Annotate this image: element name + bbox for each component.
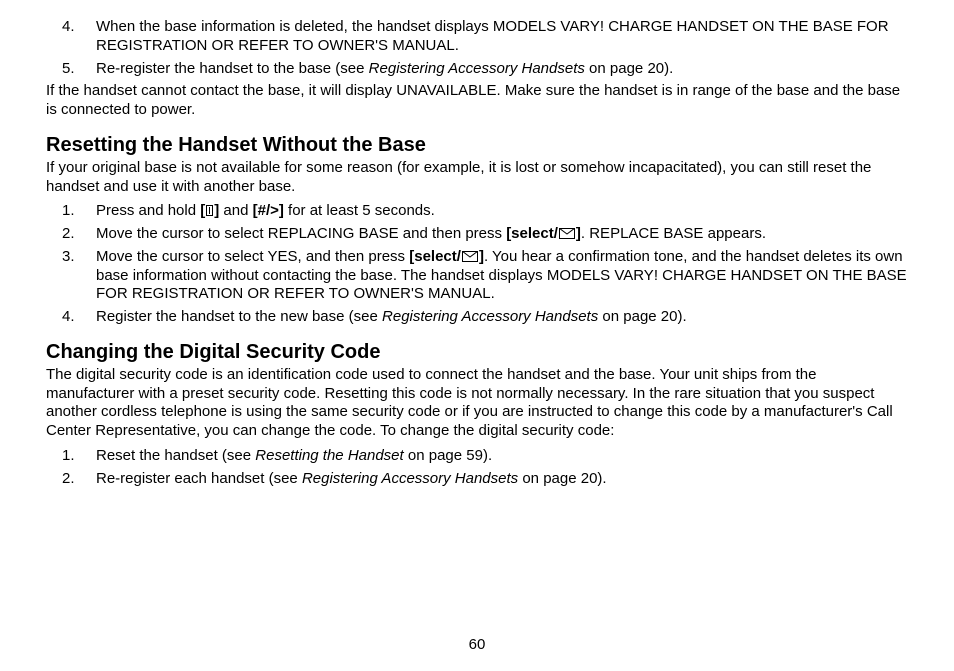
list-number: 5.: [46, 60, 96, 79]
key-label: [select/]: [409, 248, 484, 265]
list-item: 1. Reset the handset (see Resetting the …: [46, 447, 908, 466]
text: on page 20).: [518, 470, 606, 487]
list-item: 2. Move the cursor to select REPLACING B…: [46, 225, 908, 244]
list-text: Press and hold [] and [#/>] for at least…: [96, 202, 908, 221]
reference: Registering Accessory Handsets: [302, 470, 518, 487]
list-text: Move the cursor to select REPLACING BASE…: [96, 225, 908, 244]
text: on page 20).: [585, 60, 673, 77]
list-number: 4.: [46, 18, 96, 56]
section2-list: 1. Reset the handset (see Resetting the …: [46, 447, 908, 489]
text: Re-register the handset to the base (see: [96, 60, 369, 77]
list-item: 5. Re-register the handset to the base (…: [46, 60, 908, 79]
list-text: Re-register the handset to the base (see…: [96, 60, 908, 79]
text: Press and hold: [96, 202, 200, 219]
text: Reset the handset (see: [96, 447, 255, 464]
list-item: 1. Press and hold [] and [#/>] for at le…: [46, 202, 908, 221]
top-list: 4. When the base information is deleted,…: [46, 18, 908, 78]
list-number: 4.: [46, 308, 96, 327]
page-number: 60: [0, 636, 954, 653]
list-number: 1.: [46, 202, 96, 221]
list-number: 1.: [46, 447, 96, 466]
key-label: []: [200, 202, 219, 219]
section-intro: If your original base is not available f…: [46, 159, 908, 197]
text: on page 59).: [404, 447, 492, 464]
list-text: Move the cursor to select YES, and then …: [96, 248, 908, 304]
text: for at least 5 seconds.: [284, 202, 435, 219]
text: Register the handset to the new base (se…: [96, 308, 382, 325]
list-number: 3.: [46, 248, 96, 304]
heading-security-code: Changing the Digital Security Code: [46, 341, 908, 364]
list-item: 4. Register the handset to the new base …: [46, 308, 908, 327]
text: Move the cursor to select YES, and then …: [96, 248, 409, 265]
list-item: 2. Re-register each handset (see Registe…: [46, 470, 908, 489]
select-envelope-icon: [462, 251, 478, 262]
list-text: When the base information is deleted, th…: [96, 18, 908, 56]
page: 4. When the base information is deleted,…: [0, 0, 954, 671]
paragraph: If the handset cannot contact the base, …: [46, 82, 908, 120]
list-text: Reset the handset (see Resetting the Han…: [96, 447, 908, 466]
select-envelope-icon: [559, 228, 575, 239]
list-text: Register the handset to the new base (se…: [96, 308, 908, 327]
text: Re-register each handset (see: [96, 470, 302, 487]
reference: Registering Accessory Handsets: [369, 60, 585, 77]
reference: Resetting the Handset: [255, 447, 403, 464]
list-number: 2.: [46, 470, 96, 489]
text: Move the cursor to select REPLACING BASE…: [96, 225, 506, 242]
heading-resetting: Resetting the Handset Without the Base: [46, 134, 908, 157]
center-key-icon: [206, 205, 213, 216]
key-label: [select/]: [506, 225, 581, 242]
section-intro: The digital security code is an identifi…: [46, 366, 908, 441]
text: and: [219, 202, 252, 219]
text: on page 20).: [598, 308, 686, 325]
list-item: 4. When the base information is deleted,…: [46, 18, 908, 56]
list-number: 2.: [46, 225, 96, 244]
section1-list: 1. Press and hold [] and [#/>] for at le…: [46, 202, 908, 327]
list-item: 3. Move the cursor to select YES, and th…: [46, 248, 908, 304]
reference: Registering Accessory Handsets: [382, 308, 598, 325]
text: . REPLACE BASE appears.: [581, 225, 766, 242]
key-label: [#/>]: [253, 202, 284, 219]
list-text: Re-register each handset (see Registerin…: [96, 470, 908, 489]
